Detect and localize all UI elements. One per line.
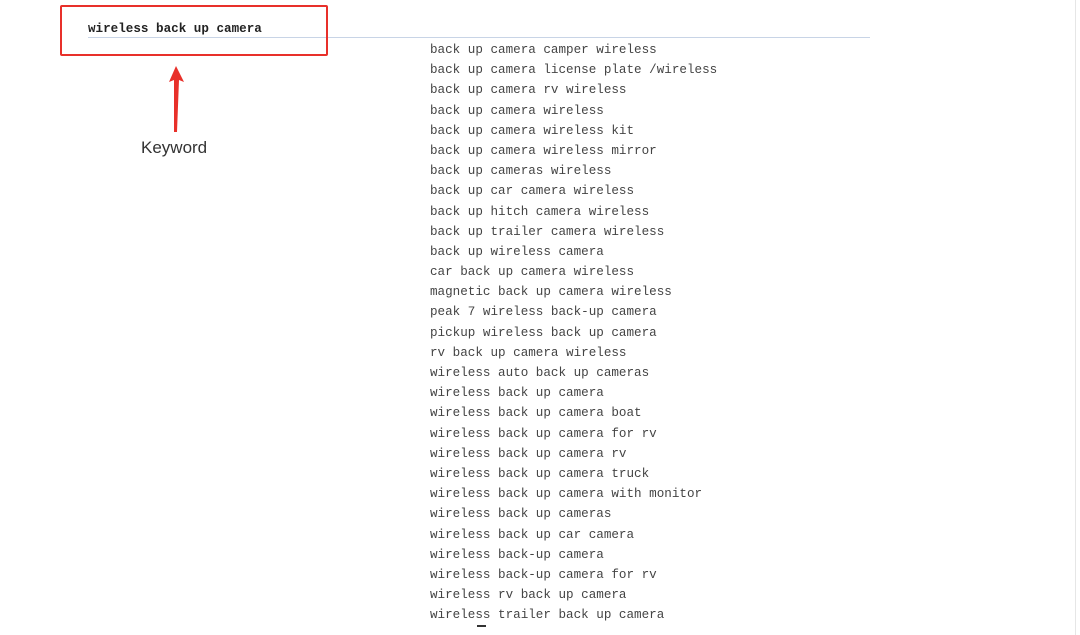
suggestion-item[interactable]: rv back up camera wireless — [430, 343, 717, 363]
suggestion-item[interactable]: wireless back up camera — [430, 383, 717, 403]
suggestion-item[interactable]: wireless back-up camera — [430, 545, 717, 565]
suggestion-item[interactable]: wireless back up car camera — [430, 525, 717, 545]
suggestion-item[interactable]: wireless rv back up camera — [430, 585, 717, 605]
suggestion-item[interactable]: wireless back up camera with monitor — [430, 484, 717, 504]
suggestion-item[interactable]: wireless back up camera truck — [430, 464, 717, 484]
suggestion-item[interactable]: magnetic back up camera wireless — [430, 282, 717, 302]
suggestion-item[interactable]: wireless back-up camera for rv — [430, 565, 717, 585]
suggestion-item[interactable]: wireless back up camera boat — [430, 403, 717, 423]
suggestion-item[interactable]: back up cameras wireless — [430, 161, 717, 181]
suggestion-item[interactable]: back up camera rv wireless — [430, 80, 717, 100]
suggestion-list: back up camera camper wireless back up ca… — [430, 40, 717, 625]
suggestion-item[interactable]: back up camera wireless kit — [430, 121, 717, 141]
text-cursor — [477, 625, 486, 627]
suggestion-item[interactable]: back up camera wireless mirror — [430, 141, 717, 161]
suggestion-item[interactable]: back up wireless camera — [430, 242, 717, 262]
suggestion-item[interactable]: back up camera license plate /wireless — [430, 60, 717, 80]
suggestion-item[interactable]: wireless trailer back up camera — [430, 605, 717, 625]
suggestion-item[interactable]: wireless back up cameras — [430, 504, 717, 524]
keyword-label: Keyword — [141, 138, 208, 157]
keyword-highlight-box — [60, 5, 328, 56]
suggestion-item[interactable]: peak 7 wireless back-up camera — [430, 302, 717, 322]
suggestion-item[interactable]: wireless back up camera for rv — [430, 424, 717, 444]
suggestion-item[interactable]: back up trailer camera wireless — [430, 222, 717, 242]
suggestion-item[interactable]: back up hitch camera wireless — [430, 202, 717, 222]
suggestion-item[interactable]: back up camera camper wireless — [430, 40, 717, 60]
arrow-up-icon — [169, 66, 184, 132]
suggestion-item[interactable]: wireless auto back up cameras — [430, 363, 717, 383]
suggestion-item[interactable]: back up camera wireless — [430, 101, 717, 121]
suggestion-item[interactable]: back up car camera wireless — [430, 181, 717, 201]
suggestion-item[interactable]: car back up camera wireless — [430, 262, 717, 282]
window-border — [1075, 0, 1076, 635]
suggestion-item[interactable]: pickup wireless back up camera — [430, 323, 717, 343]
suggestion-item[interactable]: wireless back up camera rv — [430, 444, 717, 464]
